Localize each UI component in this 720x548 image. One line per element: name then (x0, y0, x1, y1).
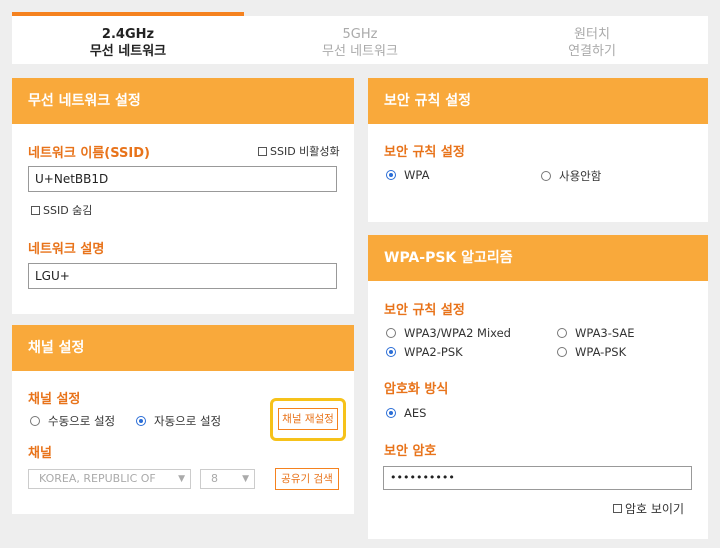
wpa3-sae-radio[interactable]: WPA3-SAE (557, 326, 635, 340)
wpa2-psk-text: WPA2-PSK (404, 345, 463, 359)
wpa3-wpa2-mixed-radio[interactable]: WPA3/WPA2 Mixed (386, 326, 511, 340)
ssid-input[interactable]: U+NetBB1D (28, 166, 337, 192)
radio-on-icon (386, 408, 396, 418)
encryption-label: 암호화 방식 (384, 382, 449, 397)
no-security-radio[interactable]: 사용안함 (541, 168, 601, 184)
ssid-disable-checkbox[interactable]: SSID 비활성화 (258, 143, 340, 159)
show-password-checkbox[interactable]: 암호 보이기 (613, 500, 684, 517)
radio-on-icon (136, 416, 146, 426)
ssid-hide-text: SSID 숨김 (43, 204, 93, 217)
tab-2-4ghz-band: 2.4GHz (101, 27, 155, 42)
aes-radio[interactable]: AES (386, 406, 426, 420)
wpa-psk-text: WPA-PSK (575, 345, 627, 359)
channel-number-value: 8 (211, 472, 218, 485)
band-tabs: 2.4GHz 무선 네트워크 5GHz 무선 네트워크 원터치 연결하기 (12, 12, 708, 64)
radio-off-icon (557, 347, 567, 357)
network-desc-label: 네트워크 설명 (28, 242, 105, 257)
radio-off-icon (30, 416, 40, 426)
country-select-value: KOREA, REPUBLIC OF (39, 472, 156, 485)
password-label: 보안 암호 (384, 444, 437, 459)
manual-channel-radio[interactable]: 수동으로 설정 (30, 413, 115, 429)
security-rule-card: 보안 규칙 설정 보안 규칙 설정 WPA 사용안함 (368, 78, 708, 222)
radio-on-icon (386, 170, 396, 180)
wpa3-wpa2-mixed-text: WPA3/WPA2 Mixed (404, 326, 511, 340)
channel-section-label: 채널 설정 (28, 392, 81, 407)
ssid-hide-checkbox[interactable]: SSID 숨김 (31, 202, 92, 218)
country-select[interactable]: KOREA, REPUBLIC OF ▼ (28, 469, 191, 489)
wpa3-sae-text: WPA3-SAE (575, 326, 635, 340)
tab-5ghz[interactable]: 5GHz 무선 네트워크 (244, 12, 476, 64)
checkbox-icon (613, 504, 622, 513)
wireless-settings-header: 무선 네트워크 설정 (12, 78, 354, 124)
chevron-down-icon: ▼ (178, 474, 185, 484)
wpa-psk-header: WPA-PSK 알고리즘 (368, 235, 708, 281)
tab-2-4ghz[interactable]: 2.4GHz 무선 네트워크 (12, 12, 244, 64)
radio-off-icon (386, 328, 396, 338)
radio-off-icon (541, 171, 551, 181)
tab-one-touch-line1: 원터치 (574, 27, 610, 42)
wpa2-psk-radio[interactable]: WPA2-PSK (386, 345, 463, 359)
security-rule-label: 보안 규칙 설정 (384, 145, 465, 160)
router-search-button[interactable]: 공유기 검색 (275, 468, 339, 490)
no-security-text: 사용안함 (559, 169, 602, 183)
tab-one-touch-line2: 연결하기 (568, 44, 616, 59)
checkbox-icon (258, 146, 267, 156)
wpa-psk-radio[interactable]: WPA-PSK (557, 345, 626, 359)
channel-label: 채널 (28, 446, 52, 461)
chevron-down-icon: ▼ (242, 474, 249, 484)
channel-settings-card: 채널 설정 채널 설정 수동으로 설정 자동으로 설정 채널 재설정 채널 KO… (12, 325, 354, 514)
auto-channel-radio[interactable]: 자동으로 설정 (136, 413, 221, 429)
ssid-label: 네트워크 이름(SSID) (28, 146, 150, 161)
wpa-text: WPA (404, 168, 430, 182)
tab-one-touch[interactable]: 원터치 연결하기 (476, 12, 708, 64)
wpa-rule-label: 보안 규칙 설정 (384, 303, 465, 318)
aes-text: AES (404, 406, 427, 420)
channel-reset-button[interactable]: 채널 재설정 (278, 408, 338, 430)
channel-number-select[interactable]: 8 ▼ (200, 469, 255, 489)
radio-on-icon (386, 347, 396, 357)
password-input[interactable]: •••••••••• (383, 466, 692, 490)
ssid-disable-text: SSID 비활성화 (270, 145, 340, 158)
tab-2-4ghz-label: 무선 네트워크 (89, 44, 167, 59)
channel-settings-header: 채널 설정 (12, 325, 354, 371)
security-rule-header: 보안 규칙 설정 (368, 78, 708, 124)
manual-channel-text: 수동으로 설정 (48, 414, 116, 428)
wpa-radio[interactable]: WPA (386, 168, 429, 182)
checkbox-icon (31, 205, 40, 215)
tab-5ghz-band: 5GHz (342, 27, 378, 42)
network-desc-input[interactable]: LGU+ (28, 263, 337, 289)
auto-channel-text: 자동으로 설정 (154, 414, 222, 428)
tab-5ghz-label: 무선 네트워크 (322, 44, 398, 59)
wireless-settings-card: 무선 네트워크 설정 네트워크 이름(SSID) SSID 비활성화 U+Net… (12, 78, 354, 314)
radio-off-icon (557, 328, 567, 338)
wpa-psk-card: WPA-PSK 알고리즘 보안 규칙 설정 WPA3/WPA2 Mixed WP… (368, 235, 708, 539)
show-password-text: 암호 보이기 (625, 502, 685, 516)
